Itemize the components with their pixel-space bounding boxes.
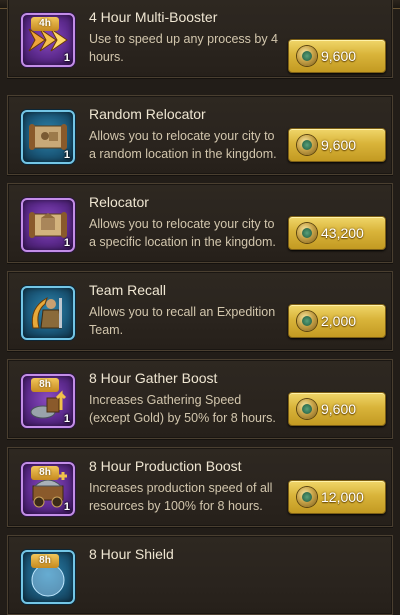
desc-line: Allows you to relocate your city to [89, 129, 275, 143]
shield-bubble-icon: 8h [21, 550, 75, 604]
item-description: Allows you to relocate your city to a ra… [89, 127, 289, 163]
item-description: Allows you to recall an Expedition Team. [89, 303, 289, 339]
random-relocator-scroll-icon: 1 [21, 110, 75, 164]
desc-line: Allows you to relocate your city to [89, 217, 275, 231]
shop-item-card[interactable]: Team Recall Allows you to recall an Expe… [7, 271, 393, 351]
item-title: 8 Hour Shield [89, 546, 174, 562]
production-boost-cart-icon: 8h 1 [21, 462, 75, 516]
price-value: 9,600 [321, 48, 357, 64]
gather-boost-resources-icon: 8h 1 [21, 374, 75, 428]
gem-coin-icon [297, 223, 317, 243]
gem-coin-icon [297, 311, 317, 331]
team-recall-warrior-icon [21, 286, 75, 340]
shop-item-card[interactable]: 4h 1 4 Hour Multi-Booster Use to speed u… [7, 0, 393, 78]
price-value: 2,000 [321, 313, 357, 329]
buy-price-button[interactable]: 9,600 [288, 392, 386, 426]
desc-line: a specific location in the kingdom. [89, 235, 276, 249]
desc-line: hours. [89, 50, 124, 64]
shop-item-card[interactable]: 8h 1 8 Hour Production Boost Increases p… [7, 447, 393, 527]
desc-line: a random location in the kingdom. [89, 147, 277, 161]
shop-item-card[interactable]: 1 Random Relocator Allows you to relocat… [7, 95, 393, 175]
duration-badge: 8h [31, 378, 59, 392]
item-title: 8 Hour Production Boost [89, 458, 242, 474]
duration-badge: 8h [31, 466, 59, 480]
buy-price-button[interactable]: 2,000 [288, 304, 386, 338]
item-quantity: 1 [63, 237, 70, 249]
buy-price-button[interactable]: 12,000 [288, 480, 386, 514]
desc-line: Use to speed up any process by 4 [89, 32, 279, 46]
item-quantity: 1 [63, 501, 70, 513]
duration-badge: 4h [31, 17, 59, 31]
desc-line: Increases Gathering Speed [89, 393, 242, 407]
relocator-scroll-icon: 1 [21, 198, 75, 252]
desc-line: resources by 100% for 8 hours. [89, 499, 263, 513]
item-description: Increases production speed of all resour… [89, 479, 289, 515]
buy-price-button[interactable]: 43,200 [288, 216, 386, 250]
item-title: 8 Hour Gather Boost [89, 370, 218, 386]
price-value: 12,000 [321, 489, 364, 505]
desc-line: Team. [89, 323, 124, 337]
price-value: 43,200 [321, 225, 364, 241]
item-quantity: 1 [63, 52, 70, 64]
multi-booster-arrows-icon: 4h 1 [21, 13, 75, 67]
item-title: 4 Hour Multi-Booster [89, 9, 218, 25]
gem-coin-icon [297, 399, 317, 419]
item-title: Team Recall [89, 282, 167, 298]
desc-line: Allows you to recall an Expedition [89, 305, 276, 319]
item-description: Use to speed up any process by 4 hours. [89, 30, 289, 66]
desc-line: Increases production speed of all [89, 481, 273, 495]
gem-coin-icon [297, 46, 317, 66]
price-value: 9,600 [321, 137, 357, 153]
shop-item-card[interactable]: 8h 8 Hour Shield [7, 535, 393, 615]
item-title: Random Relocator [89, 106, 206, 122]
shop-item-card[interactable]: 1 Relocator Allows you to relocate your … [7, 183, 393, 263]
desc-line: (except Gold) by 50% for 8 hours. [89, 411, 276, 425]
item-description: Allows you to relocate your city to a sp… [89, 215, 289, 251]
buy-price-button[interactable]: 9,600 [288, 39, 386, 73]
gem-coin-icon [297, 135, 317, 155]
item-description: Increases Gathering Speed (except Gold) … [89, 391, 289, 427]
buy-price-button[interactable]: 9,600 [288, 128, 386, 162]
gem-coin-icon [297, 487, 317, 507]
item-title: Relocator [89, 194, 149, 210]
price-value: 9,600 [321, 401, 357, 417]
item-quantity: 1 [63, 413, 70, 425]
shop-item-card[interactable]: 8h 1 8 Hour Gather Boost Increases Gathe… [7, 359, 393, 439]
item-quantity: 1 [63, 149, 70, 161]
duration-badge: 8h [31, 554, 59, 568]
